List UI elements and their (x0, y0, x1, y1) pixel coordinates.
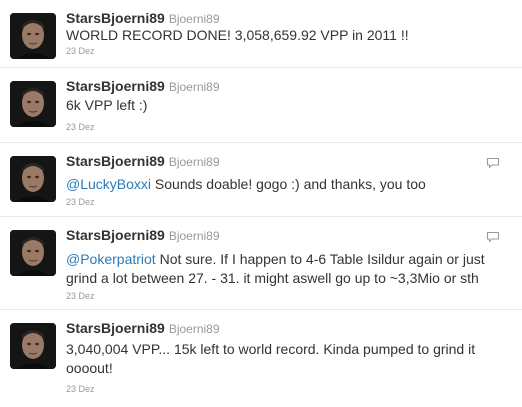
user-fullname[interactable]: StarsBjoerni89 (66, 10, 165, 26)
user-screenname[interactable]: Bjoerni89 (169, 229, 220, 243)
user-fullname[interactable]: StarsBjoerni89 (66, 153, 165, 169)
avatar[interactable] (10, 230, 56, 276)
reply-icon[interactable] (486, 157, 500, 169)
tweet-text-body: Sounds doable! gogo :) and thanks, you t… (151, 176, 426, 192)
user-fullname[interactable]: StarsBjoerni89 (66, 227, 165, 243)
tweet[interactable]: StarsBjoerni89 Bjoerni89 @LuckyBoxxi Soun… (0, 143, 522, 217)
tweet-date[interactable]: 23 Dez (66, 291, 95, 302)
avatar[interactable] (10, 13, 56, 59)
tweet-header: StarsBjoerni89 Bjoerni89 (66, 227, 220, 243)
avatar[interactable] (10, 156, 56, 202)
tweet-text: 6k VPP left :) (66, 97, 148, 113)
mention-link[interactable]: @LuckyBoxxi (66, 176, 151, 192)
avatar[interactable] (10, 323, 56, 369)
tweet-text: 3,040,004 VPP... 15k left to world recor… (66, 341, 476, 376)
user-screenname[interactable]: Bjoerni89 (169, 322, 220, 336)
tweet-text: WORLD RECORD DONE! 3,058,659.92 VPP in 2… (66, 27, 409, 43)
tweet-timeline: StarsBjoerni89 Bjoerni89 WORLD RECORD DON… (0, 0, 522, 407)
tweet[interactable]: StarsBjoerni89 Bjoerni89 @Pokerpatriot No… (0, 217, 522, 310)
tweet-date[interactable]: 23 Dez (66, 122, 95, 133)
reply-icon[interactable] (486, 231, 500, 243)
tweet[interactable]: StarsBjoerni89 Bjoerni89 6k VPP left :) 2… (0, 68, 522, 143)
avatar[interactable] (10, 81, 56, 127)
tweet-text: @Pokerpatriot Not sure. If I happen to 4… (66, 250, 504, 288)
tweet[interactable]: StarsBjoerni89 Bjoerni89 3,040,004 VPP...… (0, 310, 522, 407)
tweet-date[interactable]: 23 Dez (66, 384, 95, 395)
tweet-header: StarsBjoerni89 Bjoerni89 (66, 153, 220, 169)
tweet-text: @LuckyBoxxi Sounds doable! gogo :) and t… (66, 175, 504, 194)
tweet-header: StarsBjoerni89 Bjoerni89 (66, 78, 220, 94)
tweet-date[interactable]: 23 Dez (66, 46, 95, 57)
user-fullname[interactable]: StarsBjoerni89 (66, 320, 165, 336)
tweet-header: StarsBjoerni89 Bjoerni89 (66, 320, 220, 336)
mention-link[interactable]: @Pokerpatriot (66, 251, 156, 267)
tweet-header: StarsBjoerni89 Bjoerni89 (66, 10, 220, 26)
tweet[interactable]: StarsBjoerni89 Bjoerni89 WORLD RECORD DON… (0, 0, 522, 68)
user-screenname[interactable]: Bjoerni89 (169, 12, 220, 26)
tweet-date[interactable]: 23 Dez (66, 197, 95, 208)
user-fullname[interactable]: StarsBjoerni89 (66, 78, 165, 94)
user-screenname[interactable]: Bjoerni89 (169, 155, 220, 169)
user-screenname[interactable]: Bjoerni89 (169, 80, 220, 94)
